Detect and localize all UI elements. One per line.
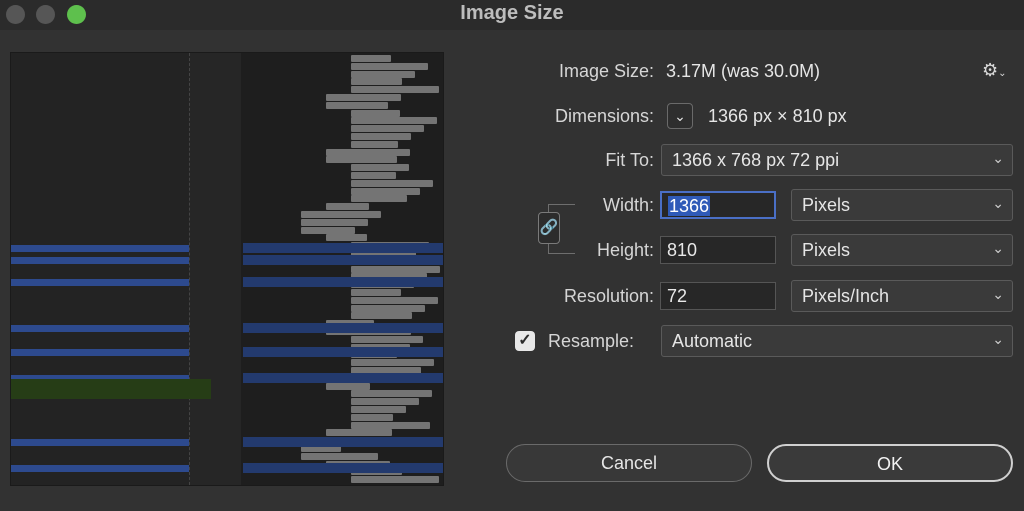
preview-code-line: [326, 203, 369, 211]
image-preview[interactable]: [10, 52, 444, 486]
preview-highlight-band: [11, 279, 189, 286]
preview-code-line: [326, 156, 397, 164]
image-size-value: 3.17M (was 30.0M): [666, 61, 821, 81]
preview-code-line: [326, 101, 388, 109]
fit-to-dropdown[interactable]: 1366 x 768 px 72 ppi ⌄: [661, 144, 1013, 176]
fit-to-label: Fit To:: [605, 150, 654, 170]
width-unit: Pixels: [802, 195, 851, 215]
preview-code-line: [326, 382, 370, 390]
resolution-value: 72: [667, 286, 688, 306]
preview-code-line: [351, 296, 438, 304]
height-value: 810: [667, 240, 698, 260]
preview-code-line: [351, 413, 393, 421]
preview-code-line: [351, 390, 432, 398]
resample-dropdown[interactable]: Automatic ⌄: [661, 325, 1013, 357]
preview-code-line: [351, 78, 402, 86]
preview-code-line: [326, 234, 367, 242]
preview-code-line: [351, 406, 406, 413]
preview-highlight-band: [243, 463, 443, 473]
preview-code-line: [351, 179, 433, 187]
preview-code-line: [301, 452, 378, 460]
preview-code-line: [351, 476, 439, 484]
fit-to-selected: 1366 x 768 px 72 ppi: [672, 150, 840, 170]
preview-highlight-band: [243, 437, 443, 447]
preview-highlight-band: [243, 373, 443, 383]
resample-label: Resample:: [548, 331, 635, 351]
preview-highlight-band: [11, 325, 189, 332]
title-bar: Image Size: [0, 0, 1024, 30]
preview-gutter: [189, 53, 242, 485]
chevron-down-icon: ⌄: [992, 286, 1004, 302]
resolution-label: Resolution:: [563, 286, 654, 306]
preview-left-pane: [11, 53, 189, 485]
preview-highlight-band: [243, 243, 443, 253]
width-input[interactable]: 1366: [660, 191, 776, 219]
preview-highlight-band: [243, 277, 443, 287]
width-value: 1366: [668, 196, 711, 216]
preview-code-line: [351, 304, 425, 312]
resolution-input[interactable]: 72: [660, 282, 776, 310]
width-label: Width:: [602, 195, 654, 215]
preview-highlight-band: [11, 349, 189, 356]
height-label: Height:: [596, 240, 654, 260]
ok-button[interactable]: OK: [767, 444, 1013, 482]
preview-code-line: [351, 55, 391, 62]
preview-highlight-band: [243, 255, 443, 265]
preview-code-line: [326, 94, 401, 101]
gear-icon[interactable]: ⚙⌄: [982, 60, 1007, 81]
preview-highlight-band: [11, 465, 189, 472]
preview-code-line: [351, 133, 411, 140]
preview-highlight-band: [11, 439, 189, 446]
preview-code-line: [351, 172, 396, 179]
preview-code-line: [351, 117, 437, 125]
preview-code-line: [351, 140, 398, 148]
height-input[interactable]: 810: [660, 236, 776, 264]
resample-checkbox[interactable]: ✓: [515, 331, 535, 351]
preview-highlight-band: [11, 257, 189, 264]
preview-code-line: [351, 187, 420, 195]
height-unit: Pixels: [802, 240, 851, 260]
preview-highlight-band: [243, 323, 443, 333]
resolution-unit-dropdown[interactable]: Pixels/Inch ⌄: [791, 280, 1013, 312]
height-unit-dropdown[interactable]: Pixels ⌄: [791, 234, 1013, 266]
preview-highlight-band: [11, 245, 189, 252]
preview-code-line: [326, 148, 410, 156]
preview-code-line: [351, 86, 439, 94]
width-unit-dropdown[interactable]: Pixels ⌄: [791, 189, 1013, 221]
cancel-button[interactable]: Cancel: [506, 444, 752, 482]
chevron-down-icon: ⌄: [992, 331, 1004, 347]
preview-code-line: [351, 62, 428, 70]
preview-code-line: [301, 218, 368, 226]
window-title: Image Size: [460, 2, 564, 24]
preview-code-line: [351, 70, 415, 78]
preview-code-line: [351, 421, 430, 429]
preview-code-line: [351, 109, 400, 117]
dimensions-value: 1366 px × 810 px: [708, 106, 847, 126]
preview-code-line: [301, 226, 355, 234]
preview-code-line: [351, 125, 424, 133]
image-size-label: Image Size:: [558, 61, 654, 81]
chevron-down-icon: ⌄: [992, 240, 1004, 256]
preview-code-line: [351, 164, 409, 172]
preview-highlight-band: [243, 347, 443, 357]
dimensions-label: Dimensions:: [554, 106, 654, 126]
preview-code-line: [351, 289, 401, 296]
preview-code-line: [301, 211, 381, 218]
chevron-down-icon: ⌄: [992, 195, 1004, 211]
chevron-down-icon: ⌄: [992, 150, 1004, 166]
resolution-unit: Pixels/Inch: [802, 286, 890, 306]
preview-code-line: [351, 398, 419, 406]
resample-selected: Automatic: [672, 331, 753, 351]
preview-code-line: [351, 335, 423, 343]
preview-code-line: [351, 195, 407, 203]
preview-diff-band: [11, 379, 211, 399]
preview-code-line: [326, 429, 392, 437]
preview-code-line: [351, 312, 412, 320]
chevron-down-icon[interactable]: ⌄: [667, 103, 693, 129]
preview-code-line: [351, 359, 434, 367]
preview-code-line: [351, 265, 440, 273]
